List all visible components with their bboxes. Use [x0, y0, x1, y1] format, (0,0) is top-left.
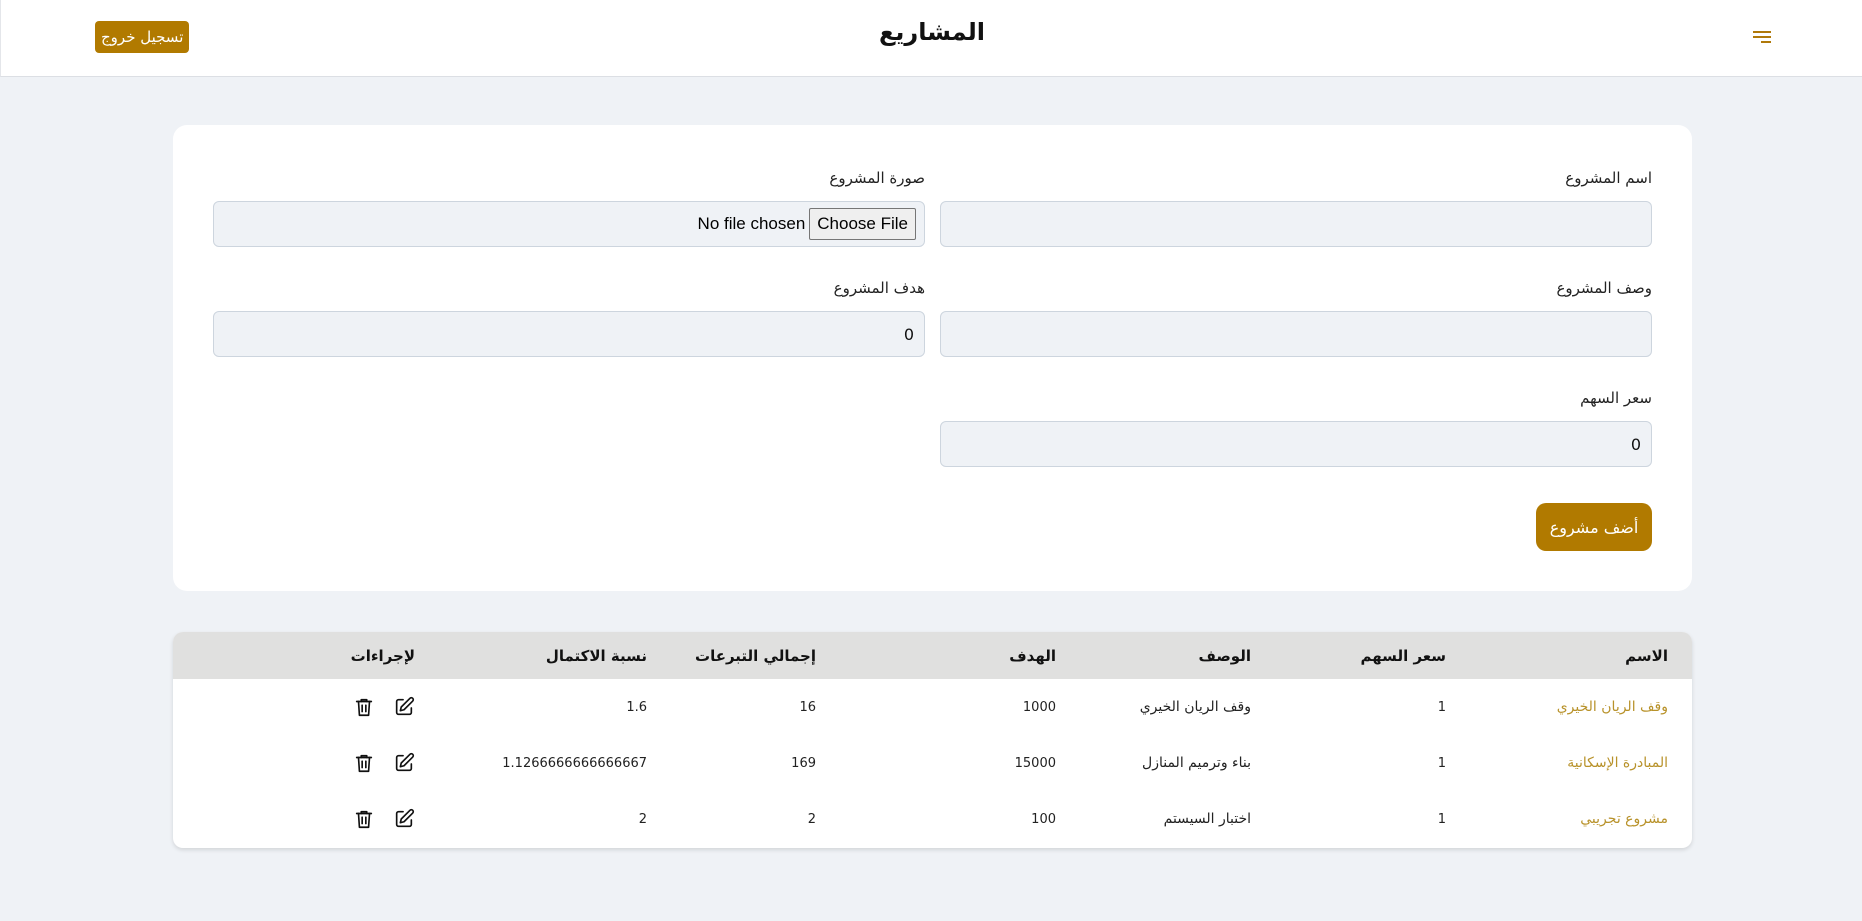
page-title: المشاريع	[879, 18, 985, 46]
edit-icon[interactable]	[393, 808, 415, 830]
project-name-link[interactable]: مشروع تجريبي	[1470, 791, 1692, 847]
table-row: مشروع تجريبي 1 اختبار السيستم 100 2 2	[173, 791, 1692, 847]
project-goal-field: هدف المشروع	[213, 277, 925, 357]
table-row: المبادرة الإسكانية 1 بناء وترميم المنازل…	[173, 735, 1692, 791]
project-image-field: صورة المشروع Choose File No file chosen	[213, 167, 925, 247]
project-name-field: اسم المشروع	[940, 167, 1652, 247]
description-cell: وقف الريان الخيري	[1139, 699, 1251, 715]
project-name-input[interactable]	[940, 201, 1652, 247]
choose-file-button[interactable]: Choose File	[809, 208, 916, 240]
total-donations-cell: 2	[807, 811, 816, 827]
project-description-label: وصف المشروع	[1556, 279, 1652, 297]
trash-icon[interactable]	[353, 696, 375, 718]
actions-cell	[173, 791, 439, 847]
completion-cell: 1.1266666666666667	[502, 755, 648, 771]
edit-icon[interactable]	[393, 696, 415, 718]
column-header-actions: لإجراءات	[350, 646, 416, 665]
trash-icon[interactable]	[353, 808, 375, 830]
description-cell: بناء وترميم المنازل	[1142, 755, 1251, 771]
total-donations-cell: 16	[799, 699, 816, 715]
column-header-completion: نسبة الاكتمال	[545, 646, 648, 665]
add-project-button[interactable]: أضف مشروع	[1536, 503, 1652, 551]
projects-table-card: الاسم سعر السهم الوصف الهدف إجمالي التبر…	[173, 632, 1692, 848]
project-image-input[interactable]: Choose File No file chosen	[213, 201, 925, 247]
share-price-input[interactable]	[940, 421, 1652, 467]
completion-cell: 2	[638, 811, 648, 827]
project-name-label: اسم المشروع	[1565, 169, 1652, 187]
project-description-input[interactable]	[940, 311, 1652, 357]
table-body: وقف الريان الخيري 1 وقف الريان الخيري 10…	[173, 679, 1692, 847]
description-cell: اختبار السيستم	[1163, 811, 1251, 827]
file-status: No file chosen	[697, 214, 806, 233]
trash-icon[interactable]	[353, 752, 375, 774]
edit-icon[interactable]	[393, 752, 415, 774]
goal-cell: 15000	[1014, 755, 1056, 771]
project-goal-label: هدف المشروع	[833, 279, 925, 297]
project-name-link[interactable]: وقف الريان الخيري	[1470, 679, 1692, 735]
actions-cell	[173, 735, 439, 791]
project-goal-input[interactable]	[213, 311, 925, 357]
add-project-form: اسم المشروع صورة المشروع Choose File No …	[173, 125, 1692, 591]
project-description-field: وصف المشروع	[940, 277, 1652, 357]
actions-cell	[173, 679, 439, 735]
completion-cell: 1.6	[626, 699, 648, 715]
project-image-label: صورة المشروع	[829, 169, 925, 187]
goal-cell: 100	[1031, 811, 1056, 827]
goal-cell: 1000	[1022, 699, 1056, 715]
column-header-goal: الهدف	[1009, 646, 1056, 665]
projects-table: الاسم سعر السهم الوصف الهدف إجمالي التبر…	[173, 632, 1692, 847]
table-row: وقف الريان الخيري 1 وقف الريان الخيري 10…	[173, 679, 1692, 735]
total-donations-cell: 169	[791, 755, 816, 771]
share-price-cell: 1	[1437, 699, 1446, 715]
column-header-name: الاسم	[1625, 646, 1668, 665]
column-header-total-donations: إجمالي التبرعات	[695, 646, 816, 665]
logout-button[interactable]: تسجيل خروج	[95, 21, 190, 53]
column-header-share-price: سعر السهم	[1360, 646, 1446, 665]
top-bar: المشاريع تسجيل خروج	[0, 0, 1862, 77]
share-price-cell: 1	[1437, 811, 1446, 827]
table-header-row: الاسم سعر السهم الوصف الهدف إجمالي التبر…	[173, 632, 1692, 679]
share-price-cell: 1	[1437, 755, 1446, 771]
share-price-label: سعر السهم	[1580, 389, 1652, 407]
column-header-description: الوصف	[1198, 646, 1251, 665]
share-price-field: سعر السهم	[940, 387, 1652, 467]
project-name-link[interactable]: المبادرة الإسكانية	[1470, 735, 1692, 791]
